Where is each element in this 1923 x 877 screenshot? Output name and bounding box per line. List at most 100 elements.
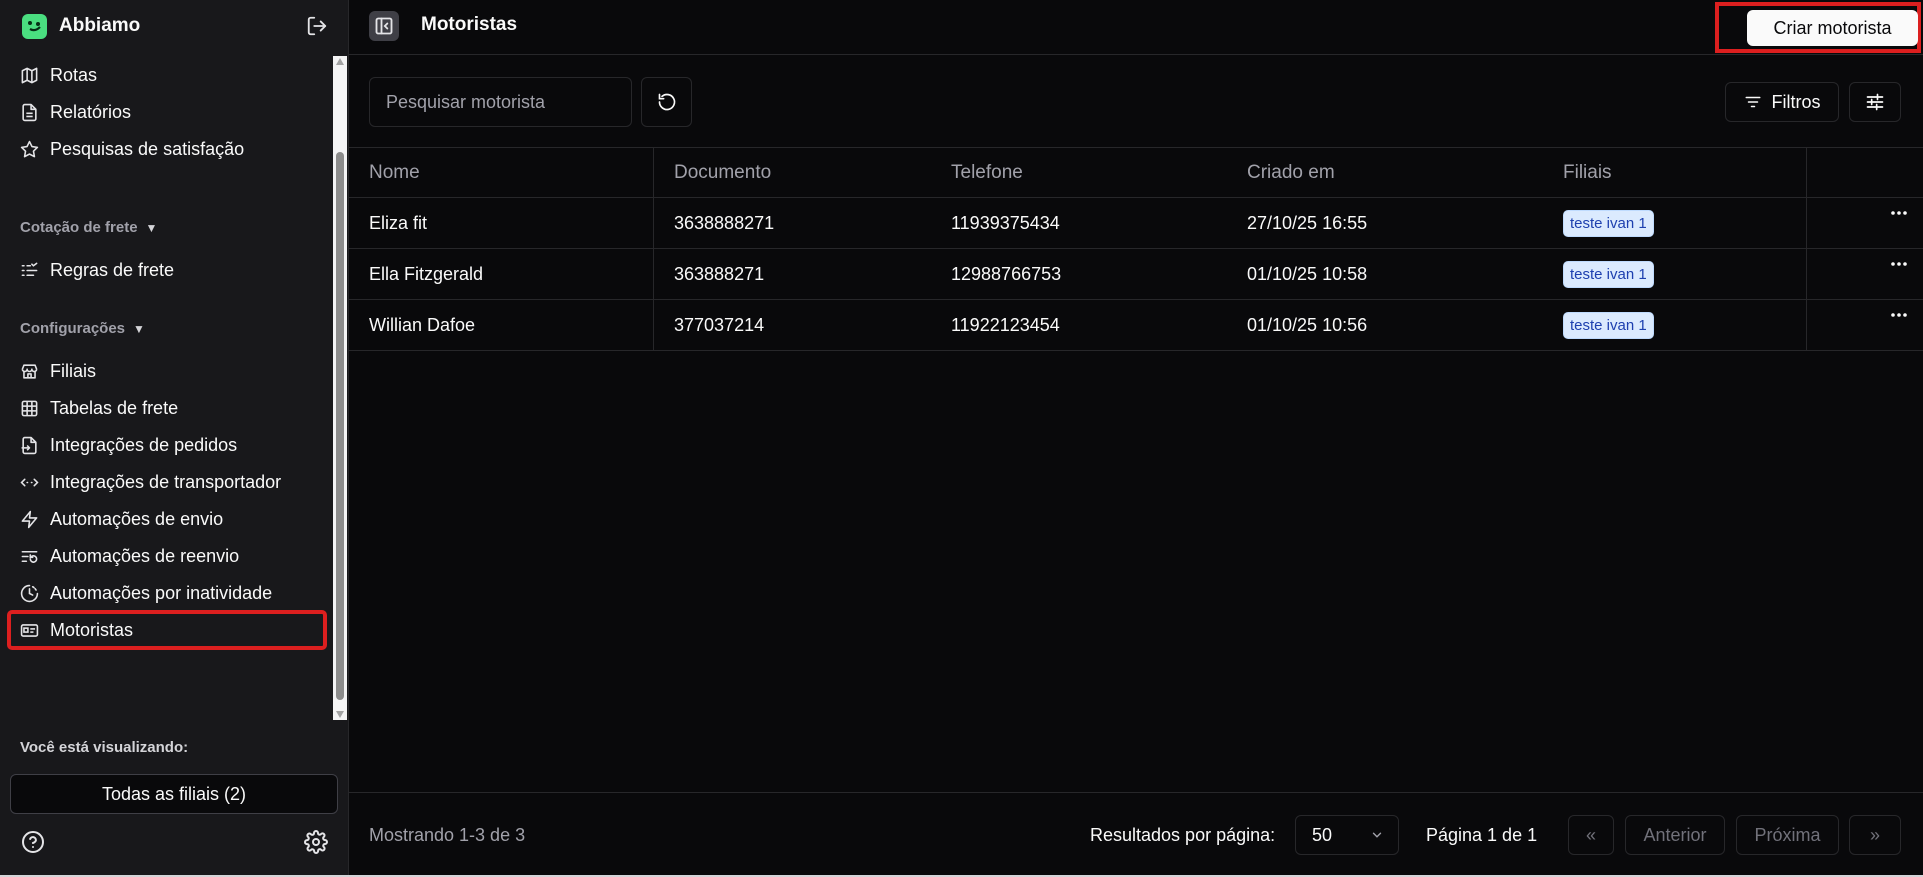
sidebar-item-automacoes-envio[interactable]: Automações de envio (8, 500, 326, 538)
sidebar-item-integracoes-transportador[interactable]: Integrações de transportador (8, 463, 326, 501)
branch-badge: teste ivan 1 (1563, 210, 1654, 237)
column-header-documento[interactable]: Documento (674, 148, 771, 198)
column-settings-button[interactable] (1849, 82, 1901, 122)
sliders-icon (1865, 92, 1885, 112)
sidebar-item-label: Relatórios (50, 101, 132, 122)
sidebar-item-label: Automações de reenvio (50, 545, 240, 566)
more-actions-icon[interactable] (1888, 208, 1910, 222)
brand-logo-icon (22, 13, 47, 39)
table-footer: Mostrando 1-3 de 3 Resultados por página… (349, 792, 1923, 875)
sidebar-item-label: Automações por inatividade (50, 582, 273, 603)
code-arrows-icon (20, 473, 39, 492)
section-configuracoes[interactable]: Configurações ▼ (20, 320, 145, 337)
logout-icon[interactable] (306, 15, 328, 37)
clock-icon (20, 584, 39, 603)
map-icon (20, 66, 39, 85)
viewing-label: Você está visualizando: (20, 739, 189, 756)
filters-label: Filtros (1771, 91, 1821, 112)
column-header-filiais[interactable]: Filiais (1563, 148, 1612, 198)
list-restart-icon (20, 547, 39, 566)
last-page-button[interactable]: » (1849, 815, 1901, 855)
panel-toggle-icon[interactable] (369, 11, 399, 41)
table-row[interactable]: Eliza fit 3638888271 11939375434 27/10/2… (349, 198, 1923, 249)
results-count: Mostrando 1-3 de 3 (369, 825, 526, 845)
caret-down-icon: ▼ (133, 321, 145, 336)
section-label-text: Cotação de frete (20, 219, 138, 236)
more-actions-icon[interactable] (1888, 259, 1910, 273)
refresh-button[interactable] (641, 77, 692, 127)
filters-button[interactable]: Filtros (1725, 82, 1839, 122)
brand-name: Abbiamo (59, 15, 141, 36)
sidebar-item-automacoes-inatividade[interactable]: Automações por inatividade (8, 574, 326, 612)
sidebar-item-automacoes-reenvio[interactable]: Automações de reenvio (8, 537, 326, 575)
sidebar-item-label: Rotas (50, 64, 98, 85)
search-input[interactable] (369, 77, 632, 127)
cell-created: 01/10/25 10:56 (1247, 314, 1368, 335)
sidebar-item-label: Regras de frete (50, 259, 175, 280)
sidebar-item-label: Tabelas de frete (50, 397, 179, 418)
cell-name: Eliza fit (369, 212, 428, 233)
cell-created: 01/10/25 10:58 (1247, 263, 1368, 284)
brand[interactable]: Abbiamo (22, 13, 140, 39)
gear-icon[interactable] (304, 830, 328, 854)
next-page-button[interactable]: Próxima (1736, 815, 1839, 855)
refresh-icon (657, 92, 677, 112)
sidebar-item-label: Motoristas (50, 619, 134, 640)
sidebar-item-label: Automações de envio (50, 508, 224, 529)
more-actions-icon[interactable] (1888, 310, 1910, 324)
sidebar-item-rotas[interactable]: Rotas (8, 56, 326, 94)
section-label-text: Configurações (20, 320, 126, 337)
table-row[interactable]: Willian Dafoe 377037214 11922123454 01/1… (349, 300, 1923, 351)
scroll-down-icon[interactable] (336, 711, 344, 718)
caret-down-icon: ▼ (145, 220, 158, 235)
star-icon (20, 140, 39, 159)
column-header-telefone[interactable]: Telefone (951, 148, 1023, 198)
main-content: Motoristas Criar motorista Filtros Nome … (349, 0, 1923, 875)
sidebar-item-filiais[interactable]: Filiais (8, 352, 326, 390)
sidebar-item-pesquisas[interactable]: Pesquisas de satisfação (8, 130, 326, 168)
sidebar-nav: Rotas Relatórios Pesquisas de satisfação… (0, 56, 332, 720)
scroll-thumb[interactable] (336, 152, 344, 700)
cell-name: Willian Dafoe (369, 314, 476, 335)
column-header-criado-em[interactable]: Criado em (1247, 148, 1335, 198)
list-rules-icon (20, 261, 39, 280)
topbar: Motoristas Criar motorista (349, 0, 1923, 55)
chevron-down-icon (1370, 828, 1384, 842)
table-header: Nome Documento Telefone Criado em Filiai… (349, 147, 1923, 198)
cell-created: 27/10/25 16:55 (1247, 212, 1368, 233)
sidebar-item-relatorios[interactable]: Relatórios (8, 93, 326, 131)
scroll-up-icon[interactable] (336, 58, 344, 65)
create-driver-button[interactable]: Criar motorista (1747, 10, 1918, 46)
table-icon (20, 399, 39, 418)
per-page-select[interactable]: 50 (1295, 815, 1399, 855)
cell-phone: 12988766753 (951, 263, 1062, 284)
sidebar-item-label: Integrações de transportador (50, 471, 282, 492)
sidebar-scrollbar[interactable] (333, 56, 347, 720)
per-page-value: 50 (1312, 824, 1333, 845)
drivers-table: Nome Documento Telefone Criado em Filiai… (349, 147, 1923, 351)
help-icon[interactable] (21, 830, 45, 854)
column-header-nome[interactable]: Nome (369, 148, 420, 198)
cell-phone: 11922123454 (951, 314, 1060, 335)
previous-page-button[interactable]: Anterior (1625, 815, 1725, 855)
section-cotacao-frete[interactable]: Cotação de frete ▼ (20, 219, 157, 236)
branch-badge: teste ivan 1 (1563, 312, 1654, 339)
cell-document: 363888271 (674, 263, 765, 284)
filter-icon (1744, 93, 1762, 111)
first-page-button[interactable]: « (1568, 815, 1614, 855)
per-page-label: Resultados por página: (1090, 825, 1276, 845)
store-icon (20, 362, 39, 381)
sidebar: Abbiamo Rotas Relatórios Pesquisas de sa… (0, 0, 349, 875)
sidebar-item-integracoes-pedidos[interactable]: Integrações de pedidos (8, 426, 326, 464)
page-indicator: Página 1 de 1 (1426, 825, 1538, 845)
sidebar-item-regras-frete[interactable]: Regras de frete (8, 251, 326, 289)
sidebar-item-tabelas-frete[interactable]: Tabelas de frete (8, 389, 326, 427)
branch-selector[interactable]: Todas as filiais (2) (10, 774, 338, 814)
sidebar-item-motoristas[interactable]: Motoristas (7, 610, 327, 650)
cell-name: Ella Fitzgerald (369, 263, 484, 284)
id-card-icon (20, 621, 39, 640)
sidebar-item-label: Pesquisas de satisfação (50, 138, 245, 159)
table-row[interactable]: Ella Fitzgerald 363888271 12988766753 01… (349, 249, 1923, 300)
column-divider (1806, 147, 1807, 198)
zap-icon (20, 510, 39, 529)
